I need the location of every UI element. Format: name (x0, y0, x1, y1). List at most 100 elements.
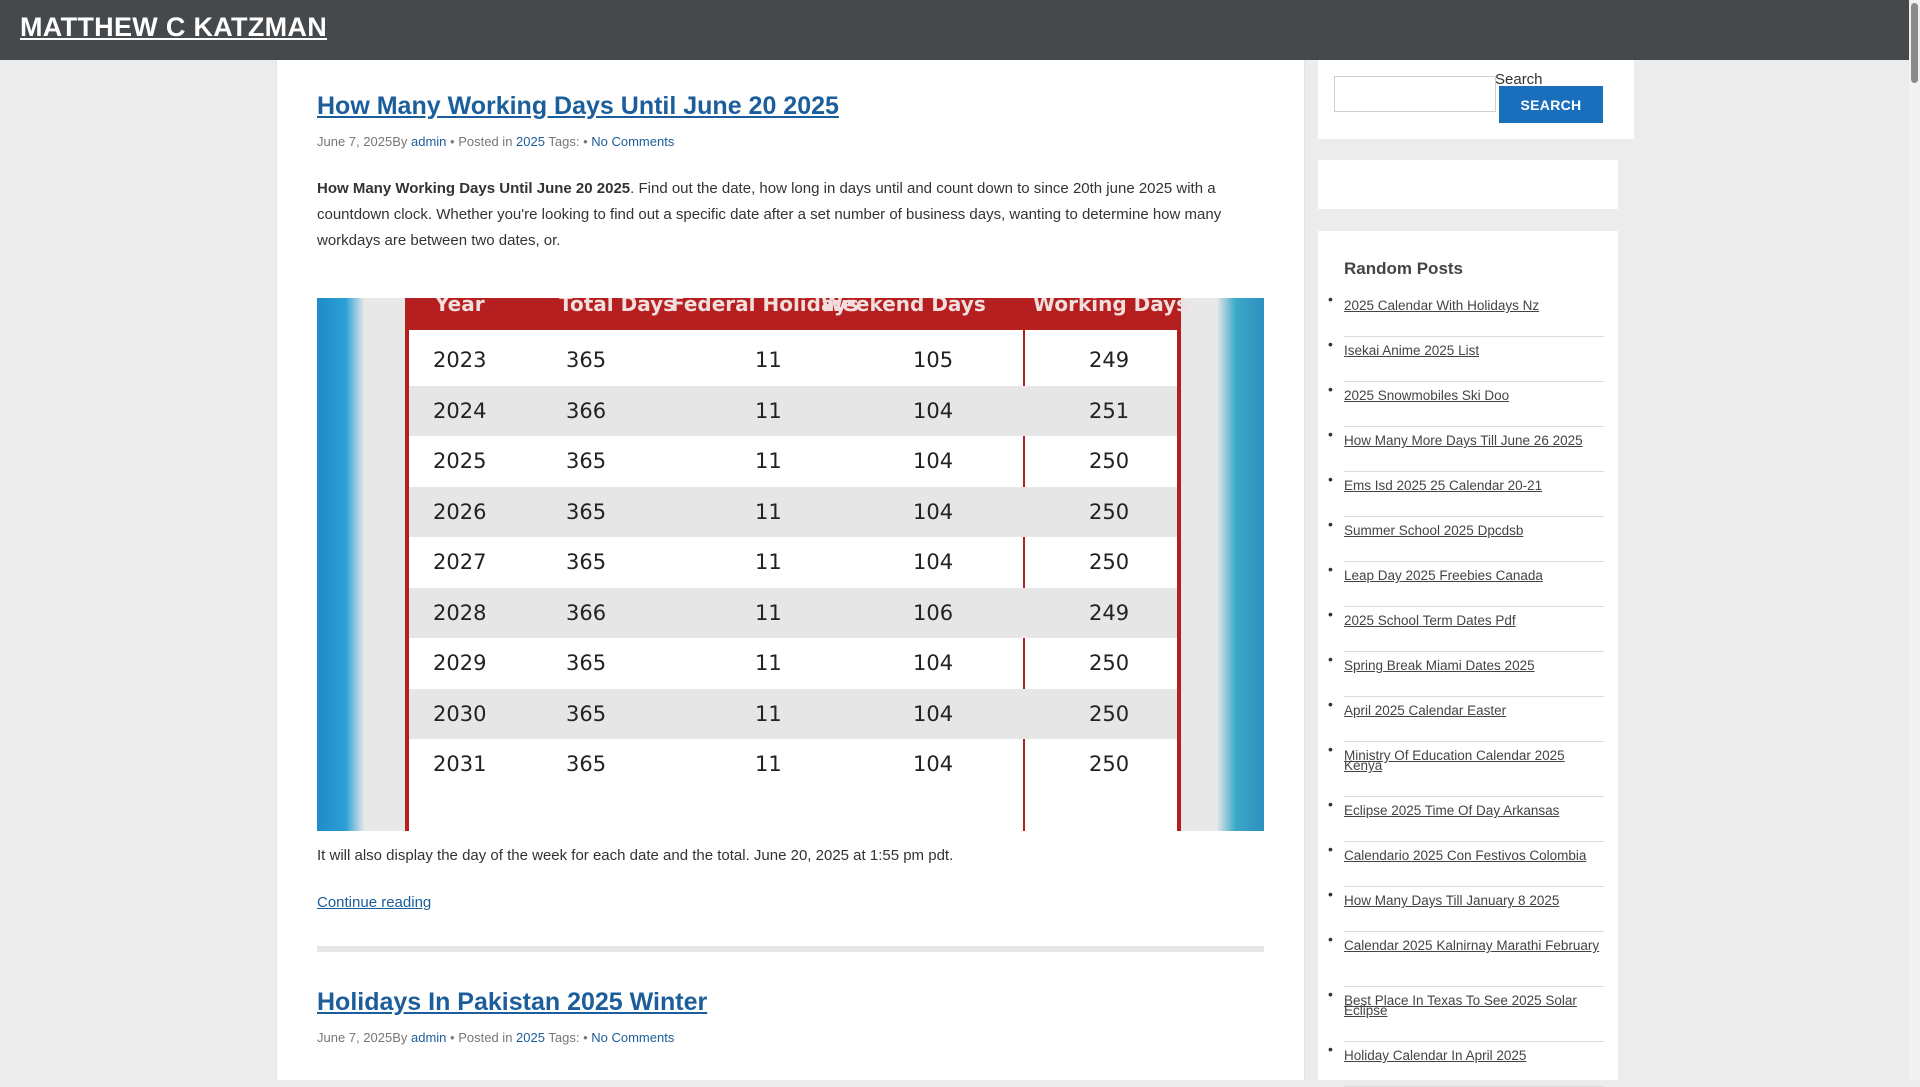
random-posts-widget: Random Posts • 2025 Calendar With Holiday… (1318, 231, 1618, 1087)
tags-label: Tags: (548, 1030, 580, 1045)
table-header-cell: Year (435, 298, 485, 316)
table-row: 2023 365 11 105 249 (409, 335, 1177, 385)
random-post-item: • Leap Day 2025 Freebies Canada (1328, 561, 1604, 607)
table-cell: 2025 (433, 449, 487, 473)
random-post-link[interactable]: 2025 Snowmobiles Ski Doo (1344, 389, 1604, 403)
table-cell: 11 (755, 399, 782, 423)
random-post-item: • Best Place In Texas To See 2025 Solar E… (1328, 986, 1604, 1042)
random-post-item: • Summer School 2025 Dpcdsb (1328, 516, 1604, 562)
table-row: 2026 365 11 104 250 (409, 487, 1177, 537)
list-bullet: • (1328, 291, 1333, 307)
tags-label: Tags: (548, 134, 580, 149)
working-days-table-image: Year Total Days Federal Holidays Weekend Da… (405, 298, 1188, 831)
random-post-link[interactable]: Spring Break Miami Dates 2025 (1344, 659, 1604, 673)
post-title-link[interactable]: Holidays In Pakistan 2025 Winter (317, 988, 707, 1017)
table-cell: 250 (1089, 500, 1130, 524)
post-meta: June 7, 2025By admin • Posted in 2025 Ta… (317, 1030, 674, 1045)
random-post-link[interactable]: Calendar 2025 Kalnirnay Marathi February (1344, 939, 1604, 953)
random-post-item: • Holiday Calendar In April 2025 (1328, 1041, 1604, 1087)
table-cell: 2030 (433, 702, 487, 726)
search-button[interactable]: SEARCH (1499, 86, 1603, 123)
random-post-link[interactable]: Eclipse 2025 Time Of Day Arkansas (1344, 804, 1604, 818)
random-post-item: • Isekai Anime 2025 List (1328, 336, 1604, 382)
random-post-link[interactable]: How Many More Days Till June 26 2025 (1344, 434, 1604, 448)
random-posts-title: Random Posts (1344, 259, 1464, 278)
meta-separator: • (450, 134, 455, 149)
post-category-link[interactable]: 2025 (516, 1030, 545, 1045)
table-cell: 106 (913, 601, 954, 625)
table-cell: 11 (755, 348, 782, 372)
random-post-item: • 2025 Snowmobiles Ski Doo (1328, 381, 1604, 427)
random-post-link[interactable]: How Many Days Till January 8 2025 (1344, 894, 1604, 908)
list-bullet: • (1328, 516, 1333, 532)
search-input[interactable] (1334, 76, 1496, 112)
random-post-link[interactable]: Best Place In Texas To See 2025 Solar Ec… (1344, 994, 1604, 1018)
random-post-item: • How Many More Days Till June 26 2025 (1328, 426, 1604, 472)
random-post-item: • How Many Days Till January 8 2025 (1328, 886, 1604, 932)
random-post-item: • Spring Break Miami Dates 2025 (1328, 651, 1604, 697)
empty-widget (1318, 160, 1618, 209)
post-excerpt: How Many Working Days Until June 20 2025… (317, 176, 1264, 254)
post-separator (317, 946, 1264, 952)
scrollbar-thumb[interactable] (1911, 3, 1918, 83)
table-cell: 104 (913, 399, 954, 423)
random-post-link[interactable]: Holiday Calendar In April 2025 (1344, 1049, 1604, 1063)
random-post-link[interactable]: Leap Day 2025 Freebies Canada (1344, 569, 1604, 583)
meta-separator: • (583, 134, 588, 149)
random-post-item: • 2025 Calendar With Holidays Nz (1328, 291, 1604, 337)
random-post-link[interactable]: 2025 School Term Dates Pdf (1344, 614, 1604, 628)
list-bullet: • (1328, 651, 1333, 667)
continue-reading-link[interactable]: Continue reading (317, 894, 431, 911)
post-comments-link[interactable]: No Comments (591, 1030, 674, 1045)
table-cell: 11 (755, 601, 782, 625)
table-cell: 366 (566, 399, 607, 423)
list-bullet: • (1328, 1041, 1333, 1057)
table-cell: 365 (566, 550, 607, 574)
list-bullet: • (1328, 986, 1333, 1002)
table-row: 2027 365 11 104 250 (409, 537, 1177, 587)
table-cell: 250 (1089, 651, 1130, 675)
post-author-link[interactable]: admin (411, 134, 446, 149)
table-cell: 2027 (433, 550, 487, 574)
random-post-link[interactable]: Calendario 2025 Con Festivos Colombia (1344, 849, 1604, 863)
post-after-text: It will also display the day of the week… (317, 847, 954, 864)
post-title-link[interactable]: How Many Working Days Until June 20 2025 (317, 92, 839, 121)
list-bullet: • (1328, 741, 1333, 757)
table-cell: 104 (913, 449, 954, 473)
table-row: 2031 365 11 104 250 (409, 739, 1177, 789)
post-author-link[interactable]: admin (411, 1030, 446, 1045)
search-widget: Search SEARCH (1318, 60, 1634, 139)
table-cell: 2023 (433, 348, 487, 372)
random-post-link[interactable]: Isekai Anime 2025 List (1344, 344, 1604, 358)
table-row: 2024 366 11 104 251 (409, 386, 1177, 436)
random-post-link[interactable]: April 2025 Calendar Easter (1344, 704, 1604, 718)
list-bullet: • (1328, 696, 1333, 712)
post-comments-link[interactable]: No Comments (591, 134, 674, 149)
table-row: 2028 366 11 106 249 (409, 588, 1177, 638)
table-cell: 11 (755, 651, 782, 675)
table-cell: 2031 (433, 752, 487, 776)
random-post-link[interactable]: 2025 Calendar With Holidays Nz (1344, 299, 1604, 313)
table-header: Year Total Days Federal Holidays Weekend Da… (409, 298, 1188, 330)
meta-separator: • (450, 1030, 455, 1045)
table-cell: 11 (755, 702, 782, 726)
site-header: MATTHEW C KATZMAN (0, 0, 1909, 60)
list-bullet: • (1328, 336, 1333, 352)
table-cell: 11 (755, 752, 782, 776)
table-cell: 104 (913, 500, 954, 524)
random-post-link[interactable]: Ministry Of Education Calendar 2025 Keny… (1344, 749, 1604, 773)
post-category-link[interactable]: 2025 (516, 134, 545, 149)
random-post-link[interactable]: Ems Isd 2025 25 Calendar 20-21 (1344, 479, 1604, 493)
random-post-item: • April 2025 Calendar Easter (1328, 696, 1604, 742)
random-post-item: • Ministry Of Education Calendar 2025 Ken… (1328, 741, 1604, 797)
table-cell: 105 (913, 348, 954, 372)
post-date: June 7, 2025 (317, 134, 393, 149)
post-featured-image[interactable]: Year Total Days Federal Holidays Weekend Da… (317, 298, 1264, 831)
page-scrollbar[interactable] (1909, 0, 1920, 1080)
random-post-link[interactable]: Summer School 2025 Dpcdsb (1344, 524, 1604, 538)
table-cell: 250 (1089, 449, 1130, 473)
random-post-item: • Eclipse 2025 Time Of Day Arkansas (1328, 796, 1604, 842)
site-title-link[interactable]: MATTHEW C KATZMAN (20, 12, 327, 43)
table-cell: 250 (1089, 752, 1130, 776)
meta-separator: • (583, 1030, 588, 1045)
